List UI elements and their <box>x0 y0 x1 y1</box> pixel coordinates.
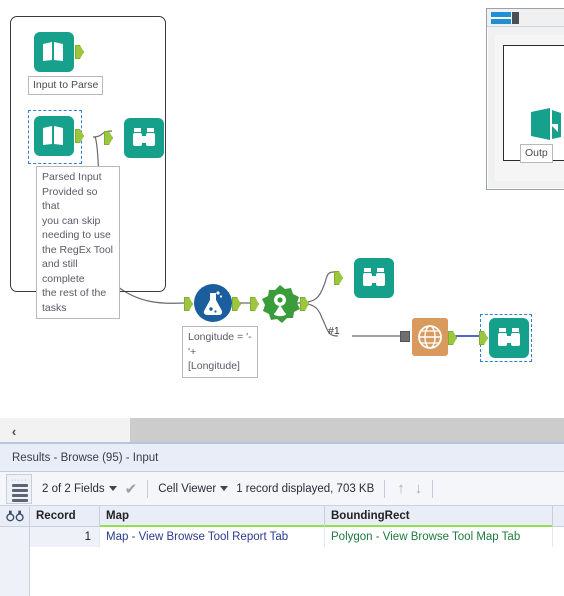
apply-check-icon[interactable]: ✔ <box>125 480 138 498</box>
results-grip-handle[interactable]: ····· <box>6 474 32 504</box>
comment-line-7: the rest of the <box>42 287 107 299</box>
book-glyph <box>43 42 63 61</box>
input-anchor[interactable] <box>334 271 343 285</box>
comment-line-5: the RegEx Tool <box>42 243 114 256</box>
column-header-map[interactable]: Map <box>100 506 325 527</box>
input-data-icon <box>34 116 84 160</box>
input-anchor[interactable] <box>400 331 410 342</box>
comment-line-8: tasks <box>42 301 67 314</box>
map-pin-gear-glyph <box>262 285 300 323</box>
formula-line-2: [Longitude] <box>188 360 240 372</box>
nav-up-button[interactable]: ↑ <box>397 480 405 497</box>
cell-boundingrect[interactable]: Polygon - View Browse Tool Map Tab <box>325 527 553 547</box>
column-header-boundingrect[interactable]: BoundingRect <box>325 506 553 527</box>
table-row[interactable]: 1 Map - View Browse Tool Report Tab Poly… <box>0 527 564 547</box>
comment-line-6: and still complete <box>42 258 85 285</box>
chevron-down-icon[interactable] <box>108 486 117 491</box>
toolbar-divider <box>147 479 149 498</box>
panel-collapse-bar: ‹ <box>0 418 564 444</box>
fields-selector[interactable]: 2 of 2 Fields <box>42 483 117 495</box>
output-anchor[interactable] <box>300 297 309 311</box>
tool-input-to-parse[interactable]: Input to Parse <box>28 32 104 95</box>
nav-down-button[interactable]: ↓ <box>415 480 423 497</box>
comment-line-2: Provided so that <box>42 185 98 213</box>
input-anchor[interactable] <box>184 297 193 311</box>
input-anchor[interactable] <box>104 131 113 145</box>
panel-drag-strip[interactable] <box>130 418 564 442</box>
floating-window-body: Outp <box>495 35 564 181</box>
results-table[interactable]: Record Map BoundingRect 1 Map - View Bro… <box>0 506 564 596</box>
results-panel: ‹ Results - Browse (95) - Input ····· 2 … <box>0 418 564 596</box>
browse-corner-icon <box>0 506 30 526</box>
book-glyph <box>43 126 63 145</box>
input-data-icon <box>34 32 84 76</box>
floating-window-canvas[interactable]: Outp <box>503 45 564 163</box>
table-left-gutter <box>0 527 30 596</box>
workflow-canvas[interactable]: Input to Parse Parsed Input Provided so … <box>0 0 564 418</box>
connection-label: #1 <box>328 325 340 337</box>
column-header-record[interactable]: Record <box>30 506 100 526</box>
collapse-chevron-icon[interactable]: ‹ <box>4 421 24 441</box>
formula-icon <box>194 284 232 322</box>
grip-dots-icon: ····· <box>11 477 28 484</box>
chevron-down-icon[interactable] <box>220 486 229 491</box>
annotation-comment[interactable]: Parsed Input Provided so that you can sk… <box>36 166 120 319</box>
output-anchor[interactable] <box>448 331 457 345</box>
comment-line-3: you can skip <box>42 214 101 227</box>
comment-line-1: Parsed Input <box>42 171 102 183</box>
tool-browse-top[interactable] <box>104 118 164 162</box>
window-badge-icon <box>512 11 519 24</box>
input-anchor[interactable] <box>250 297 259 311</box>
toolbar-divider <box>432 479 434 498</box>
fields-label: 2 of 2 Fields <box>42 482 105 495</box>
globe-glyph <box>418 325 442 349</box>
floating-window[interactable]: Outp <box>486 8 564 190</box>
alteryx-designer-window: Input to Parse Parsed Input Provided so … <box>0 0 564 596</box>
viewer-label: Cell Viewer <box>158 482 217 495</box>
comment-line-4: needing to use <box>42 229 111 241</box>
create-points-icon <box>260 284 300 329</box>
browse-icon <box>354 258 394 298</box>
cell-map[interactable]: Map - View Browse Tool Report Tab <box>100 527 325 547</box>
records-list-icon <box>12 484 28 504</box>
table-header-row: Record Map BoundingRect <box>0 506 564 527</box>
formula-line-1: Longitude = '-'+ <box>188 331 252 358</box>
binoculars-glyph <box>498 328 520 346</box>
floating-window-titlebar[interactable] <box>487 9 564 27</box>
binoculars-glyph <box>133 128 155 146</box>
binoculars-icon <box>5 510 24 522</box>
flask-glyph <box>203 291 223 315</box>
globe-report-icon <box>412 318 448 356</box>
toolbar-divider <box>384 479 386 498</box>
binoculars-glyph <box>363 268 385 286</box>
tool-label-output: Outp <box>520 144 553 163</box>
results-toolbar: ····· 2 of 2 Fields ✔ Cell Viewer 1 reco… <box>0 472 564 506</box>
window-bars-icon <box>491 11 511 24</box>
formula-annotation: Longitude = '-'+ [Longitude] <box>182 326 258 378</box>
tool-label-input-to-parse: Input to Parse <box>28 76 104 95</box>
viewer-selector[interactable]: Cell Viewer <box>158 482 229 495</box>
tool-output-data[interactable]: Outp <box>520 106 564 163</box>
browse-icon <box>114 118 164 162</box>
browse-icon <box>489 318 529 358</box>
output-data-icon <box>531 108 561 140</box>
record-count-label: 1 record displayed, 703 KB <box>236 482 375 495</box>
results-title: Results - Browse (95) - Input <box>0 444 564 472</box>
output-anchor[interactable] <box>232 297 241 311</box>
tool-parsed-input[interactable] <box>28 110 84 164</box>
